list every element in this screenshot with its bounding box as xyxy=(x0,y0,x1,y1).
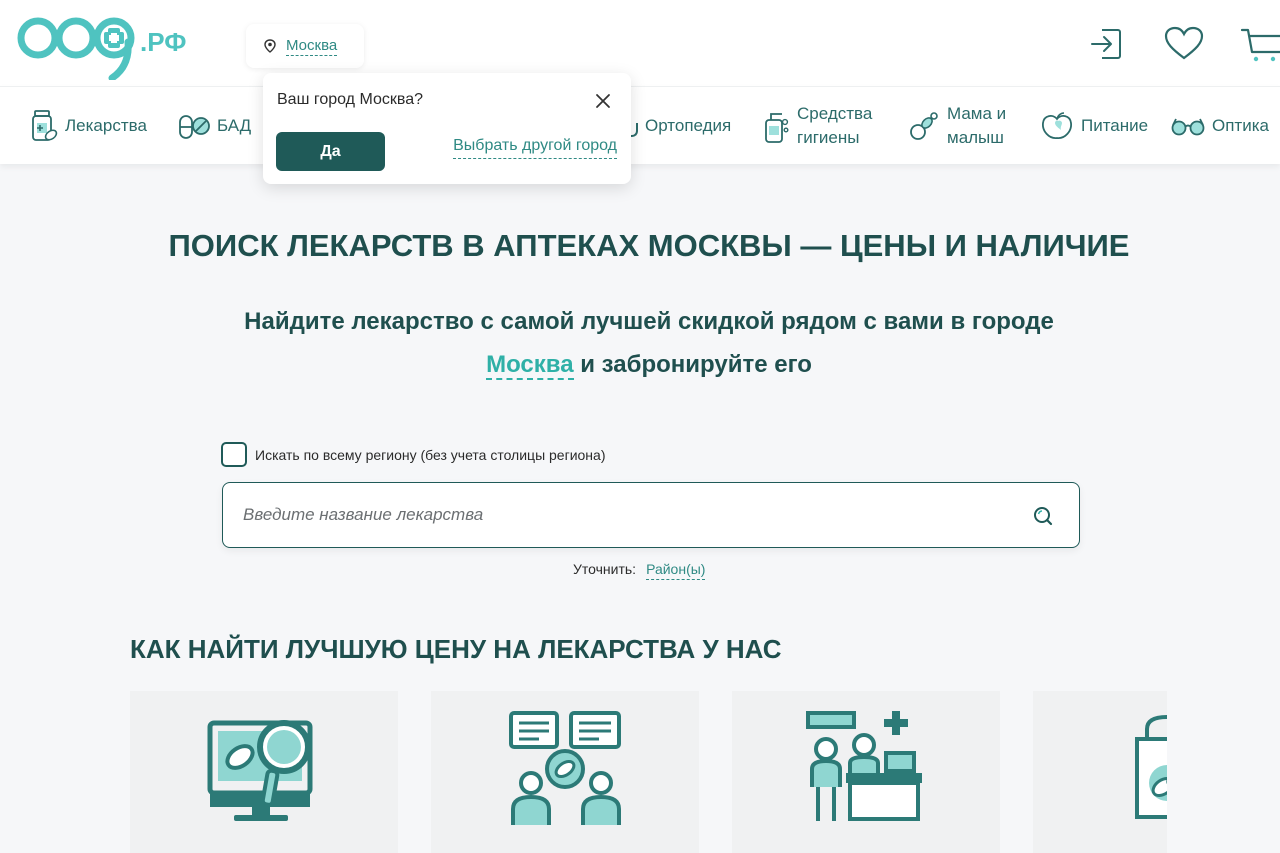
region-search-option: Искать по всему региону (без учета столи… xyxy=(221,442,606,467)
confirm-city-button[interactable]: Да xyxy=(276,132,385,171)
monitor-search-icon xyxy=(207,720,313,821)
subtitle-city-link[interactable]: Москва xyxy=(486,351,574,380)
nav-label: Оптика xyxy=(1212,116,1269,135)
nav-item-mother-baby[interactable]: Мама и малыш xyxy=(908,87,1015,165)
glasses-icon xyxy=(1171,118,1205,136)
capsules-icon xyxy=(179,115,210,139)
location-pin-icon xyxy=(264,39,276,53)
city-name[interactable]: Москва xyxy=(286,37,338,56)
nav-label: Лекарства xyxy=(65,116,147,135)
how-to-cards xyxy=(130,691,1167,853)
apple-heart-icon xyxy=(1042,112,1072,139)
favorites-heart-icon xyxy=(1164,26,1204,60)
close-button[interactable] xyxy=(593,91,613,111)
nav-item-medicines[interactable]: Лекарства xyxy=(28,87,147,165)
nav-label: Мама и малыш xyxy=(947,104,1007,147)
how-to-card xyxy=(1033,691,1167,853)
city-question: Ваш город Москва? xyxy=(277,91,423,108)
nav-item-hygiene[interactable]: Средства гигиены xyxy=(762,87,879,165)
svg-text:.РФ: .РФ xyxy=(140,27,186,57)
how-to-card xyxy=(431,691,699,853)
region-checkbox[interactable] xyxy=(221,442,247,467)
pharmacy-counter-icon xyxy=(806,711,922,821)
header: .РФ Москва xyxy=(0,0,1280,86)
logo[interactable]: .РФ xyxy=(16,14,206,82)
pills-bottle-icon xyxy=(32,110,58,141)
search-box xyxy=(222,482,1080,548)
cart-icon xyxy=(1240,28,1280,62)
choose-other-city-link[interactable]: Выбрать другой город xyxy=(453,137,617,159)
subtitle-line-2-text: и забронируйте его xyxy=(573,351,812,378)
shopping-bag-pills-icon xyxy=(1135,714,1167,819)
nav-item-orthopedics[interactable]: Ортопедия xyxy=(624,87,731,165)
nav-label: БАД xyxy=(217,116,252,135)
pacifier-icon xyxy=(910,112,938,140)
nav-label: Питание xyxy=(1081,116,1149,135)
cart-button[interactable] xyxy=(1240,22,1280,66)
city-confirm-popup: Ваш город Москва? Да Выбрать другой горо… xyxy=(263,73,631,184)
soap-icon xyxy=(765,113,789,143)
nav-item-nutrition[interactable]: Питание xyxy=(1040,87,1148,165)
how-to-card xyxy=(732,691,1000,853)
search-icon xyxy=(1034,507,1053,526)
login-icon xyxy=(1091,29,1121,59)
how-to-title: КАК НАЙТИ ЛУЧШУЮ ЦЕНУ НА ЛЕКАРСТВА У НАС xyxy=(130,634,782,664)
how-to-card xyxy=(130,691,398,853)
close-icon xyxy=(596,94,610,108)
district-filter-link[interactable]: Район(ы) xyxy=(646,561,706,580)
city-selector[interactable]: Москва xyxy=(246,24,364,68)
logo-icon: .РФ xyxy=(17,17,186,82)
login-button[interactable] xyxy=(1084,22,1128,66)
subtitle-line-1: Найдите лекарство с самой лучшей скидкой… xyxy=(244,308,1054,335)
nav-item-supplements[interactable]: БАД xyxy=(178,87,251,165)
subtitle-line-2: Москва и забронируйте его xyxy=(0,343,1280,386)
refine-label: Уточнить: xyxy=(573,561,637,577)
search-input[interactable] xyxy=(243,483,1003,547)
favorites-button[interactable] xyxy=(1162,22,1206,66)
page-title: ПОИСК ЛЕКАРСТВ В АПТЕКАХ МОСКВЫ — ЦЕНЫ И… xyxy=(168,228,1130,263)
search-button[interactable] xyxy=(1031,504,1055,528)
category-nav: Лекарства БАД Ортопедия Средства гигиены xyxy=(0,86,1280,164)
region-checkbox-label[interactable]: Искать по всему региону (без учета столи… xyxy=(255,447,606,463)
nav-label: Ортопедия xyxy=(645,116,732,135)
nav-item-optics[interactable]: Оптика xyxy=(1171,87,1269,165)
chat-consultation-icon xyxy=(509,711,621,825)
page-subtitle: Найдите лекарство с самой лучшей скидкой… xyxy=(0,300,1280,386)
nav-label: Средства гигиены xyxy=(797,104,873,147)
refine-row: Уточнить: Район(ы) xyxy=(573,561,706,580)
